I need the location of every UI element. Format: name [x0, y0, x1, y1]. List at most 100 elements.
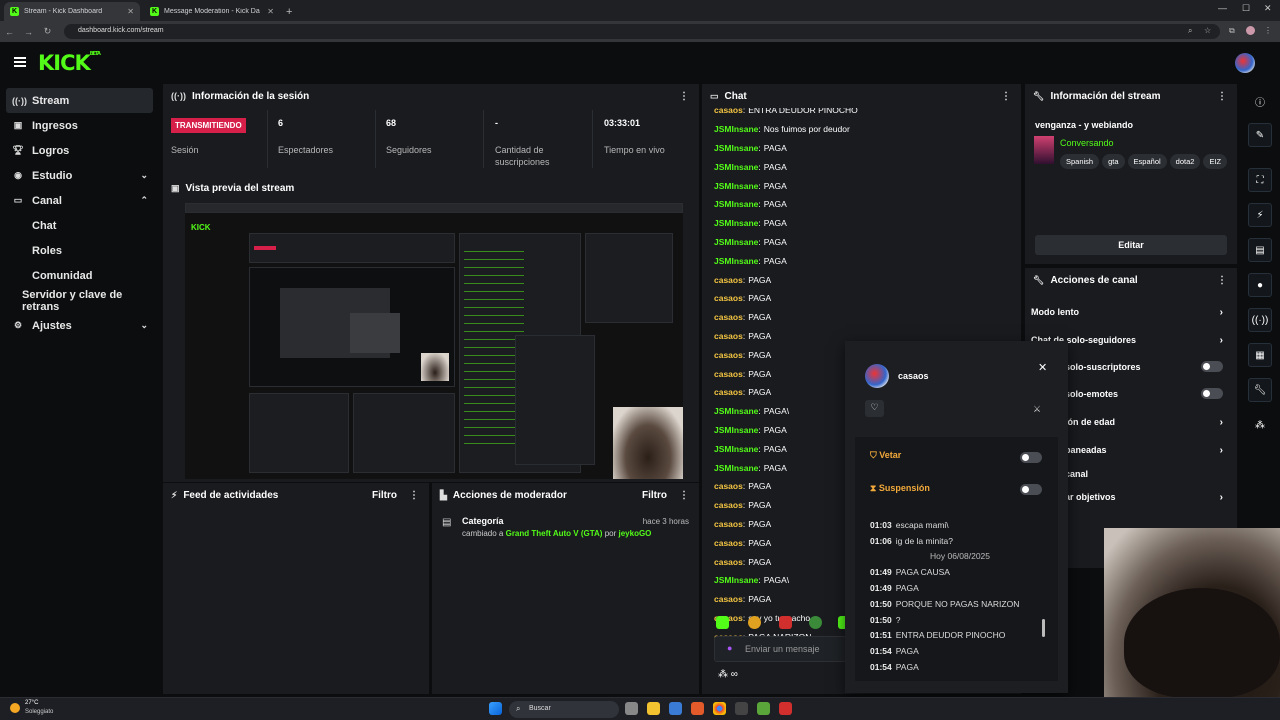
chat-username[interactable]: casaos: [714, 387, 743, 397]
edit-stream-button[interactable]: Editar: [1035, 235, 1227, 255]
chat-username[interactable]: casaos: [714, 481, 743, 491]
infinity-icon[interactable]: ∞: [731, 669, 738, 680]
filter-button[interactable]: Filtro: [372, 490, 397, 501]
weather-desc[interactable]: Soleggiato: [25, 709, 53, 715]
more-options-icon[interactable]: ⋮: [679, 91, 689, 102]
more-options-icon[interactable]: ⋮: [1217, 275, 1227, 286]
chat-username[interactable]: JSMInsane: [714, 124, 758, 134]
chat-username[interactable]: casaos: [714, 293, 743, 303]
banned-words-row[interactable]: baneadas ›: [1065, 440, 1223, 460]
close-tab-icon[interactable]: ✕: [267, 7, 274, 16]
sidebar-item-comunidad[interactable]: Comunidad: [0, 263, 160, 288]
sidebar-item-logros[interactable]: 🏆︎ Logros: [0, 138, 160, 163]
chat-username[interactable]: casaos: [714, 312, 743, 322]
chat-username[interactable]: JSMInsane: [714, 162, 758, 172]
sidebar-item-ingresos[interactable]: ▣ Ingresos: [0, 113, 160, 138]
brave-icon[interactable]: [691, 702, 704, 715]
broadcast-icon[interactable]: ((·)): [1248, 308, 1272, 332]
bookmark-star-icon[interactable]: ☆: [1204, 26, 1211, 35]
file-explorer-icon[interactable]: [647, 702, 660, 715]
chat-username[interactable]: JSMInsane: [714, 181, 758, 191]
goals-row[interactable]: ar objetivos ›: [1065, 487, 1223, 507]
chat-username[interactable]: casaos: [714, 331, 743, 341]
windows-start-icon[interactable]: [489, 702, 502, 715]
weather-temp[interactable]: 27°C: [25, 700, 38, 706]
more-options-icon[interactable]: ⋮: [679, 490, 689, 501]
browser-tab-stream[interactable]: K Stream - Kick Dashboard ✕: [4, 2, 140, 21]
sword-icon[interactable]: ⚔: [1033, 404, 1041, 415]
taskbar-search[interactable]: ⌕ Buscar: [509, 701, 619, 718]
timeout-toggle[interactable]: [1020, 484, 1042, 495]
search-icon[interactable]: ⌕: [1188, 26, 1192, 36]
chrome-icon[interactable]: [713, 702, 726, 715]
back-icon[interactable]: ←: [0, 27, 19, 37]
task-view-icon[interactable]: [625, 702, 638, 715]
entry-user-link[interactable]: jeykoGO: [619, 529, 652, 538]
new-tab-button[interactable]: +: [286, 6, 292, 18]
chat-username[interactable]: JSMInsane: [714, 143, 758, 153]
sidebar-item-chat[interactable]: Chat: [0, 213, 160, 238]
store-icon[interactable]: [669, 702, 682, 715]
browser-menu-icon[interactable]: ⋮: [1264, 26, 1272, 35]
users-icon[interactable]: ⁂: [718, 669, 728, 680]
sidebar-item-roles[interactable]: Roles: [0, 238, 160, 263]
emote-icon[interactable]: [809, 616, 822, 629]
reload-icon[interactable]: ↻: [38, 26, 57, 37]
sidebar-item-estudio[interactable]: ◉ Estudio ⌄: [0, 163, 160, 188]
chat-username[interactable]: casaos: [714, 557, 743, 567]
github-icon[interactable]: [735, 702, 748, 715]
chat-username[interactable]: JSMInsane: [714, 425, 758, 435]
subs-only-toggle[interactable]: [1201, 361, 1223, 372]
pencil-icon[interactable]: ✎: [1248, 123, 1272, 147]
chat-bubble-icon[interactable]: ●: [1248, 273, 1272, 297]
chat-username[interactable]: JSMInsane: [714, 575, 758, 585]
more-options-icon[interactable]: ⋮: [409, 490, 419, 501]
chat-username[interactable]: JSMInsane: [714, 237, 758, 247]
chat-username[interactable]: JSMInsane: [714, 463, 758, 473]
sidebar-item-servidor[interactable]: Servidor y clave de retrans: [0, 288, 160, 313]
kick-logo[interactable]: KICKBETA: [38, 51, 101, 75]
hamburger-menu-icon[interactable]: [14, 57, 26, 67]
browser-tab-moderation[interactable]: K Message Moderation - Kick Da ✕: [144, 2, 280, 21]
app-icon[interactable]: [779, 702, 792, 715]
age-restriction-row[interactable]: ión de edad ›: [1065, 412, 1223, 432]
document-icon[interactable]: ▤: [1248, 238, 1272, 262]
ban-toggle[interactable]: [1020, 452, 1042, 463]
profile-avatar[interactable]: [1246, 26, 1255, 35]
minimize-icon[interactable]: —: [1218, 3, 1227, 13]
chat-input[interactable]: ● Enviar un mensaje: [714, 636, 854, 662]
slow-mode-row[interactable]: Modo lento ›: [1031, 302, 1223, 322]
chat-username[interactable]: casaos: [714, 519, 743, 529]
follow-heart-icon[interactable]: ♡: [865, 400, 884, 417]
close-tab-icon[interactable]: ✕: [127, 7, 134, 16]
chat-username[interactable]: casaos: [714, 350, 743, 360]
chat-username[interactable]: JSMInsane: [714, 444, 758, 454]
maximize-icon[interactable]: ☐: [1242, 3, 1250, 14]
sidebar-item-ajustes[interactable]: ⚙ Ajustes ⌄: [0, 313, 160, 338]
close-window-icon[interactable]: ✕: [1264, 3, 1272, 14]
emote-icon[interactable]: [716, 616, 729, 629]
users-icon[interactable]: ⁂: [1248, 413, 1272, 437]
chat-username[interactable]: casaos: [714, 275, 743, 285]
lightning-icon[interactable]: ⚡︎: [1248, 203, 1272, 227]
channel-row[interactable]: canal: [1065, 464, 1223, 484]
category-name[interactable]: Conversando: [1060, 138, 1114, 148]
stream-preview-video[interactable]: KICK: [185, 203, 683, 479]
sidebar-item-stream[interactable]: ((·)) Stream: [6, 88, 153, 113]
chat-username[interactable]: JSMInsane: [714, 218, 758, 228]
wrench-icon[interactable]: 🔧︎: [1248, 378, 1272, 402]
forward-icon[interactable]: →: [19, 27, 38, 37]
app-icon[interactable]: [757, 702, 770, 715]
url-field[interactable]: dashboard.kick.com/stream: [64, 24, 1220, 39]
scrollbar[interactable]: [1042, 619, 1045, 637]
emote-icon[interactable]: [748, 616, 761, 629]
more-options-icon[interactable]: ⋮: [1217, 91, 1227, 102]
chat-username[interactable]: JSMInsane: [714, 199, 758, 209]
chat-username[interactable]: casaos: [714, 594, 743, 604]
close-icon[interactable]: ✕: [1038, 361, 1047, 374]
chat-username[interactable]: JSMInsane: [714, 406, 758, 416]
microphone-icon[interactable]: ●: [727, 643, 732, 653]
emotes-only-toggle[interactable]: [1201, 388, 1223, 399]
screen-icon[interactable]: ⛶: [1248, 168, 1272, 192]
filter-button[interactable]: Filtro: [642, 490, 667, 501]
